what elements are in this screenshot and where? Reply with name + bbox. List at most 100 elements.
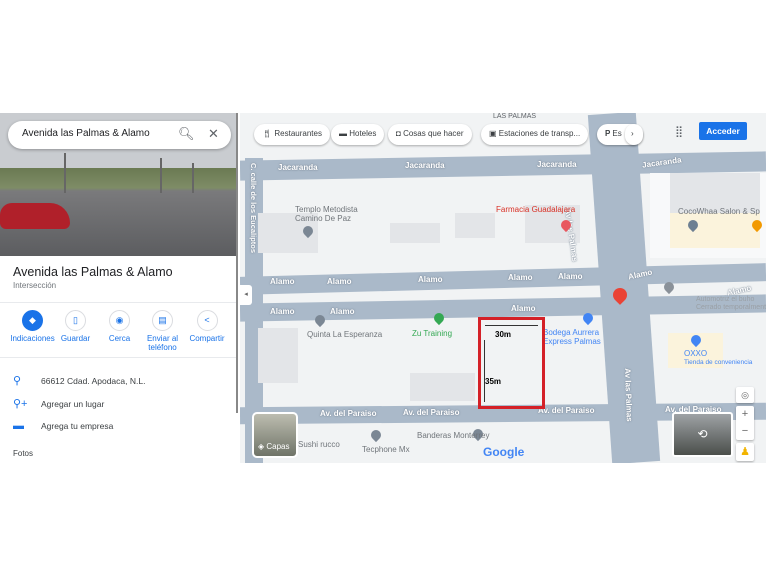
street-label: Jacaranda	[278, 163, 318, 172]
address-text: 66612 Cdad. Apodaca, N.L.	[41, 376, 146, 386]
height-line	[484, 340, 485, 402]
directions-icon: ◆	[22, 310, 43, 331]
send-to-phone-button[interactable]: ▤ Enviar al teléfono	[140, 310, 185, 352]
poi-label: Tienda de conveniencia	[684, 359, 753, 366]
panel-scrollbar[interactable]	[236, 113, 238, 413]
nearby-icon: ◉	[109, 310, 130, 331]
chip-label: Hoteles	[349, 129, 377, 138]
search-box[interactable]: Avenida las Palmas & Alamo 🔍︎ ✕	[8, 121, 231, 149]
search-input[interactable]: Avenida las Palmas & Alamo	[22, 128, 150, 139]
pegman-button[interactable]: ♟	[736, 443, 754, 461]
chevron-right-icon: ›	[631, 129, 634, 138]
street-label: Alamo	[508, 273, 533, 282]
place-pin-icon[interactable]	[368, 427, 384, 443]
chip-restaurants[interactable]: 🍴︎ Restaurantes	[254, 124, 330, 145]
collapse-panel-button[interactable]: ◂	[240, 285, 252, 305]
close-icon[interactable]: ✕	[208, 126, 219, 142]
sign-in-button[interactable]: Acceder	[699, 122, 747, 140]
layers-button[interactable]: ◈ Capas	[252, 412, 298, 458]
building	[390, 223, 440, 243]
add-place-icon: ⚲+	[13, 398, 28, 410]
google-maps-screenshot: Avenida las Palmas & Alamo 🔍︎ ✕ Avenida …	[0, 113, 766, 463]
send-to-phone-icon: ▤	[152, 310, 173, 331]
add-place-text: Agregar un lugar	[41, 399, 105, 409]
road-alamo-north	[240, 263, 766, 295]
place-type: Intersección	[13, 281, 57, 290]
search-icon[interactable]: 🔍︎	[178, 126, 195, 142]
chip-hotels[interactable]: ▬ Hoteles	[331, 124, 385, 145]
street-label: Alamo	[270, 277, 295, 286]
address-row[interactable]: ⚲ 66612 Cdad. Apodaca, N.L.	[13, 374, 145, 387]
street-label: Av las Palmas	[623, 368, 634, 422]
annotation-rectangle: 30m 35m	[478, 317, 545, 409]
poi-label: Camino De Paz	[295, 214, 352, 223]
rotate-icon: ⟲	[697, 427, 708, 441]
street-label: Alamo	[327, 277, 352, 286]
building	[670, 213, 760, 248]
building	[410, 373, 475, 401]
poi-tecphone[interactable]: Tecphone Mx	[362, 445, 410, 454]
add-place-row[interactable]: ⚲+ Agregar un lugar	[13, 397, 104, 410]
directions-button[interactable]: ◆ Indicaciones	[10, 310, 55, 343]
car-image	[0, 203, 70, 229]
zoom-out-button[interactable]: −	[736, 423, 754, 440]
save-button[interactable]: ▯ Guardar	[53, 310, 98, 343]
place-title: Avenida las Palmas & Alamo	[13, 265, 173, 279]
street-label: Alamo	[418, 275, 443, 284]
action-label: Cerca	[108, 334, 131, 343]
map-canvas[interactable]: Jacaranda Jacaranda Jacaranda Jacaranda …	[240, 113, 766, 463]
action-label: Indicaciones	[10, 334, 55, 343]
poi-banderas[interactable]: Banderas Monterrey	[417, 431, 489, 440]
nearby-button[interactable]: ◉ Cerca	[97, 310, 142, 343]
poi-templo[interactable]: Templo Metodista Camino De Paz	[295, 205, 358, 223]
share-button[interactable]: < Compartir	[183, 310, 231, 343]
poi-cocowhaa[interactable]: CocoWhaa Salon & Sp	[678, 207, 760, 216]
chip-transit[interactable]: ▣ Estaciones de transp...	[481, 124, 589, 145]
street-view-thumbnail[interactable]: ⟲	[672, 412, 733, 457]
building	[258, 328, 298, 383]
poi-farmacia[interactable]: Farmacia Guadalajara	[496, 205, 575, 214]
location-pin-icon: ⚲	[13, 375, 22, 387]
poi-automotriz[interactable]: Automotriz el buho Cerrado temporalmente	[696, 296, 766, 312]
photos-heading: Fotos	[13, 449, 34, 458]
poi-label: Express Palmas	[543, 337, 601, 346]
place-panel: Avenida las Palmas & Alamo 🔍︎ ✕ Avenida …	[0, 113, 238, 463]
hotel-icon: ▬	[339, 129, 350, 138]
zoom-in-button[interactable]: +	[736, 406, 754, 423]
location-target-icon: ◎	[741, 390, 749, 400]
my-location-button[interactable]: ◎	[736, 387, 754, 403]
street-label: Av. del Paraiso	[403, 408, 460, 417]
street-label: Alamo	[511, 304, 536, 313]
poi-sushi[interactable]: Sushi rucco	[298, 440, 340, 449]
chip-things-to-do[interactable]: ◘ Cosas que hacer	[388, 124, 472, 145]
bookmark-icon: ▯	[65, 310, 86, 331]
add-business-row[interactable]: ▬ Agrega tu empresa	[13, 420, 113, 432]
layers-text: Capas	[266, 442, 290, 451]
layers-label: ◈ Capas	[258, 442, 290, 451]
poi-quinta[interactable]: Quinta La Esperanza	[307, 330, 382, 339]
street-label: Alamo	[558, 272, 583, 281]
transit-icon: ▣	[489, 129, 499, 138]
street-label: Av. del Paraiso	[538, 406, 595, 415]
divider	[0, 357, 238, 358]
restaurant-icon: 🍴︎	[262, 129, 275, 138]
google-logo: Google	[483, 445, 525, 459]
divider	[0, 302, 238, 303]
street-label: Av. del Paraiso	[320, 409, 377, 418]
street-label: Jacaranda	[537, 160, 577, 169]
building	[455, 213, 495, 238]
poi-label: Bodega Aurrera	[543, 328, 600, 337]
poi-label: Automotriz el buho	[696, 296, 755, 303]
add-business-text: Agrega tu empresa	[41, 421, 114, 431]
poi-oxxo[interactable]: OXXO Tienda de conveniencia	[684, 349, 752, 367]
chips-next-button[interactable]: ›	[625, 124, 643, 145]
pegman-icon: ♟	[740, 446, 750, 458]
apps-grid-icon[interactable]: ⣿	[675, 125, 683, 138]
poi-label: OXXO	[684, 349, 708, 358]
street-label: Jacaranda	[405, 161, 445, 170]
action-label: Enviar al teléfono	[146, 334, 179, 352]
action-label: Guardar	[60, 334, 91, 343]
poi-bodega[interactable]: Bodega Aurrera Express Palmas	[543, 328, 601, 346]
poi-zu-training[interactable]: Zu Training	[412, 329, 452, 338]
street-label: Alamo	[330, 307, 355, 316]
